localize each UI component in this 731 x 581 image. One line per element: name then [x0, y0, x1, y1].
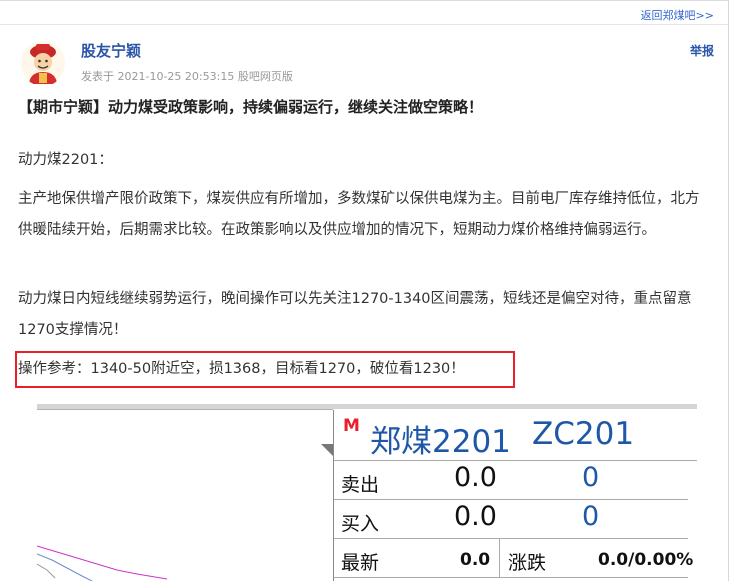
bid-volume: 0 — [582, 501, 600, 532]
market-badge: M — [343, 416, 360, 436]
paragraph-contract: 动力煤2201： — [18, 152, 113, 168]
top-divider — [0, 24, 728, 25]
change-value: 0.0/0.00% — [598, 550, 694, 570]
last-label: 最新 — [341, 552, 380, 574]
back-to-bar-link[interactable]: 返回郑煤吧>> — [641, 7, 714, 23]
post-meta: 发表于 2021-10-25 20:53:15 股吧网页版 — [81, 70, 293, 83]
post-frame: 返回郑煤吧>> 股友宁颖 发表于 2021-10-25 20:53:15 股吧网… — [0, 0, 729, 581]
change-label: 涨跌 — [508, 552, 547, 574]
quote-header: M 郑煤2201 ZC201 — [334, 410, 697, 461]
ask-label: 卖出 — [341, 474, 380, 496]
operation-reference: 操作参考：1340-50附近空，损1368，目标看1270，破位看1230！ — [18, 361, 465, 377]
last-row: 最新 0.0 涨跌 0.0/0.00% — [334, 539, 693, 578]
post-title: 【期市宁颖】动力煤受政策影响，持续偏弱运行，继续关注做空策略！ — [18, 98, 484, 116]
last-price: 0.0 — [460, 550, 491, 570]
paragraph-intraday: 动力煤日内短线继续弱势运行，晚间操作可以先关注1270-1340区间震荡，短线还… — [18, 291, 692, 338]
quote-screenshot: M 郑煤2201 ZC201 卖出 0.0 0 买入 0.0 0 最新 0.0 … — [37, 404, 697, 581]
bid-row: 买入 0.0 0 — [334, 500, 688, 539]
contract-name: 郑煤2201 — [370, 424, 511, 460]
last-row-divider — [499, 539, 500, 577]
contract-code: ZC201 — [532, 416, 635, 452]
ask-row: 卖出 0.0 0 — [334, 461, 688, 500]
ask-volume: 0 — [582, 462, 600, 493]
bid-price: 0.0 — [454, 501, 497, 532]
top-border — [0, 0, 728, 1]
avatar-icon — [21, 41, 65, 85]
quote-panel: M 郑煤2201 ZC201 卖出 0.0 0 买入 0.0 0 最新 0.0 … — [333, 410, 697, 581]
bid-label: 买入 — [341, 513, 380, 535]
paragraph-fundamentals: 主产地保供增产限价政策下，煤炭供应有所增加，多数煤矿以保供电煤为主。目前电厂库存… — [18, 191, 700, 238]
author-name[interactable]: 股友宁颖 — [81, 40, 141, 61]
price-chart-lines — [37, 545, 168, 581]
corner-triangle-icon — [321, 444, 333, 456]
avatar[interactable] — [20, 40, 66, 86]
ask-price: 0.0 — [454, 462, 497, 493]
report-button[interactable]: 举报 — [690, 42, 714, 59]
